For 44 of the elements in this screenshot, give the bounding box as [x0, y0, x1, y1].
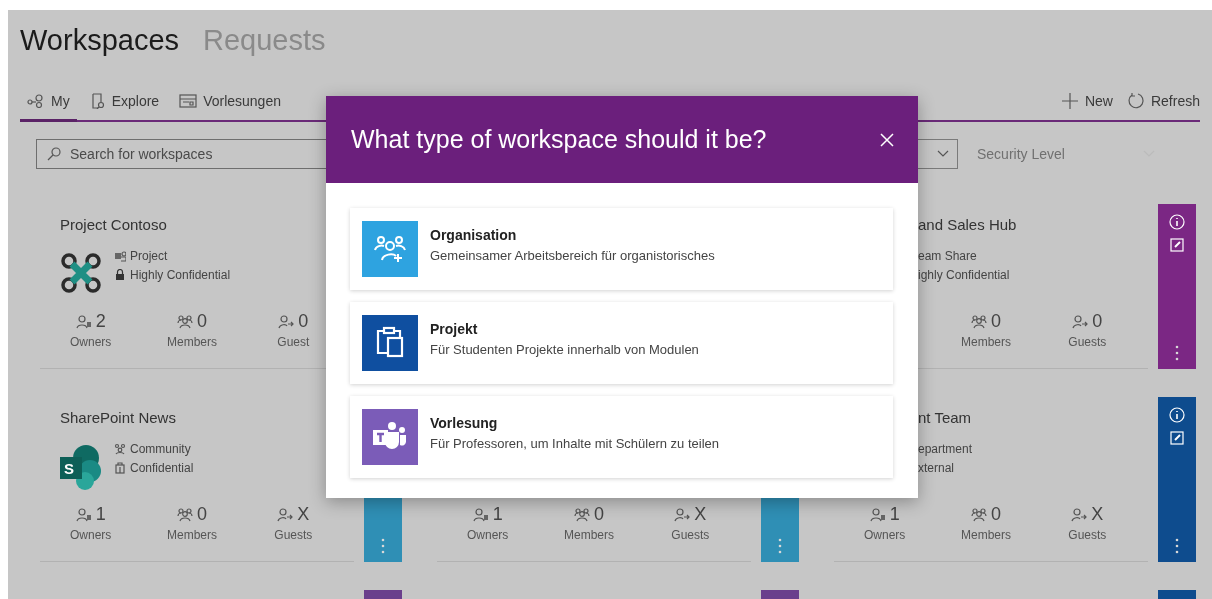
workspace-meta: eam Share	[918, 249, 977, 263]
workspace-meta: Confidential	[130, 461, 194, 475]
stat-label: Members	[961, 335, 1011, 349]
stat-value: X	[694, 504, 707, 525]
stat-value: 1	[95, 504, 106, 525]
stat-label: Guests	[671, 528, 710, 542]
stat-label: Owners	[467, 528, 509, 542]
stat-label: Guests	[1068, 528, 1107, 542]
stat-value: 0	[298, 311, 309, 332]
option-title: Vorlesung	[430, 415, 499, 431]
stat-label: Members	[564, 528, 614, 542]
stat-label: Owners	[864, 528, 906, 542]
stat-label: Members	[167, 335, 217, 349]
workspace-meta: Highly Confidential	[130, 268, 231, 282]
stat-value: 0	[1092, 311, 1103, 332]
stat-label: Owners	[70, 335, 112, 349]
stat-value: 0	[197, 504, 207, 525]
workspace-meta: xternal	[918, 461, 955, 475]
workspace-meta: Project	[130, 249, 168, 263]
stat-value: 0	[991, 504, 1001, 525]
stat-value: 1	[889, 504, 900, 525]
stat-label: Members	[167, 528, 217, 542]
option-description: Für Professoren, um Inhalte mit Schülern zu teilen	[430, 436, 720, 451]
workspace-meta: epartment	[918, 442, 973, 456]
stat-value: X	[297, 504, 310, 525]
stat-value: X	[1091, 504, 1104, 525]
stat-value: 0	[991, 311, 1001, 332]
stat-label: Guests	[274, 528, 313, 542]
stat-value: 1	[492, 504, 503, 525]
workspace-meta: ighly Confidential	[918, 268, 1010, 282]
option-description: Für Studenten Projekte innerhalb von Modulen	[430, 342, 699, 357]
stat-label: Members	[961, 528, 1011, 542]
option-title: Organisation	[430, 227, 518, 243]
logo-letter: S	[64, 460, 74, 477]
stat-value: 0	[197, 311, 207, 332]
stat-value: 2	[95, 311, 106, 332]
option-title: Projekt	[430, 321, 479, 337]
stat-label: Owners	[70, 528, 112, 542]
stat-value: 0	[594, 504, 604, 525]
stat-label: Guest	[277, 335, 310, 349]
dialog-title: What type of workspace should it be?	[351, 125, 767, 154]
workspace-meta: Community	[130, 442, 191, 456]
stat-label: Guests	[1068, 335, 1107, 349]
option-description: Gemeinsamer Arbeitsbereich für organistorisches	[430, 248, 715, 263]
